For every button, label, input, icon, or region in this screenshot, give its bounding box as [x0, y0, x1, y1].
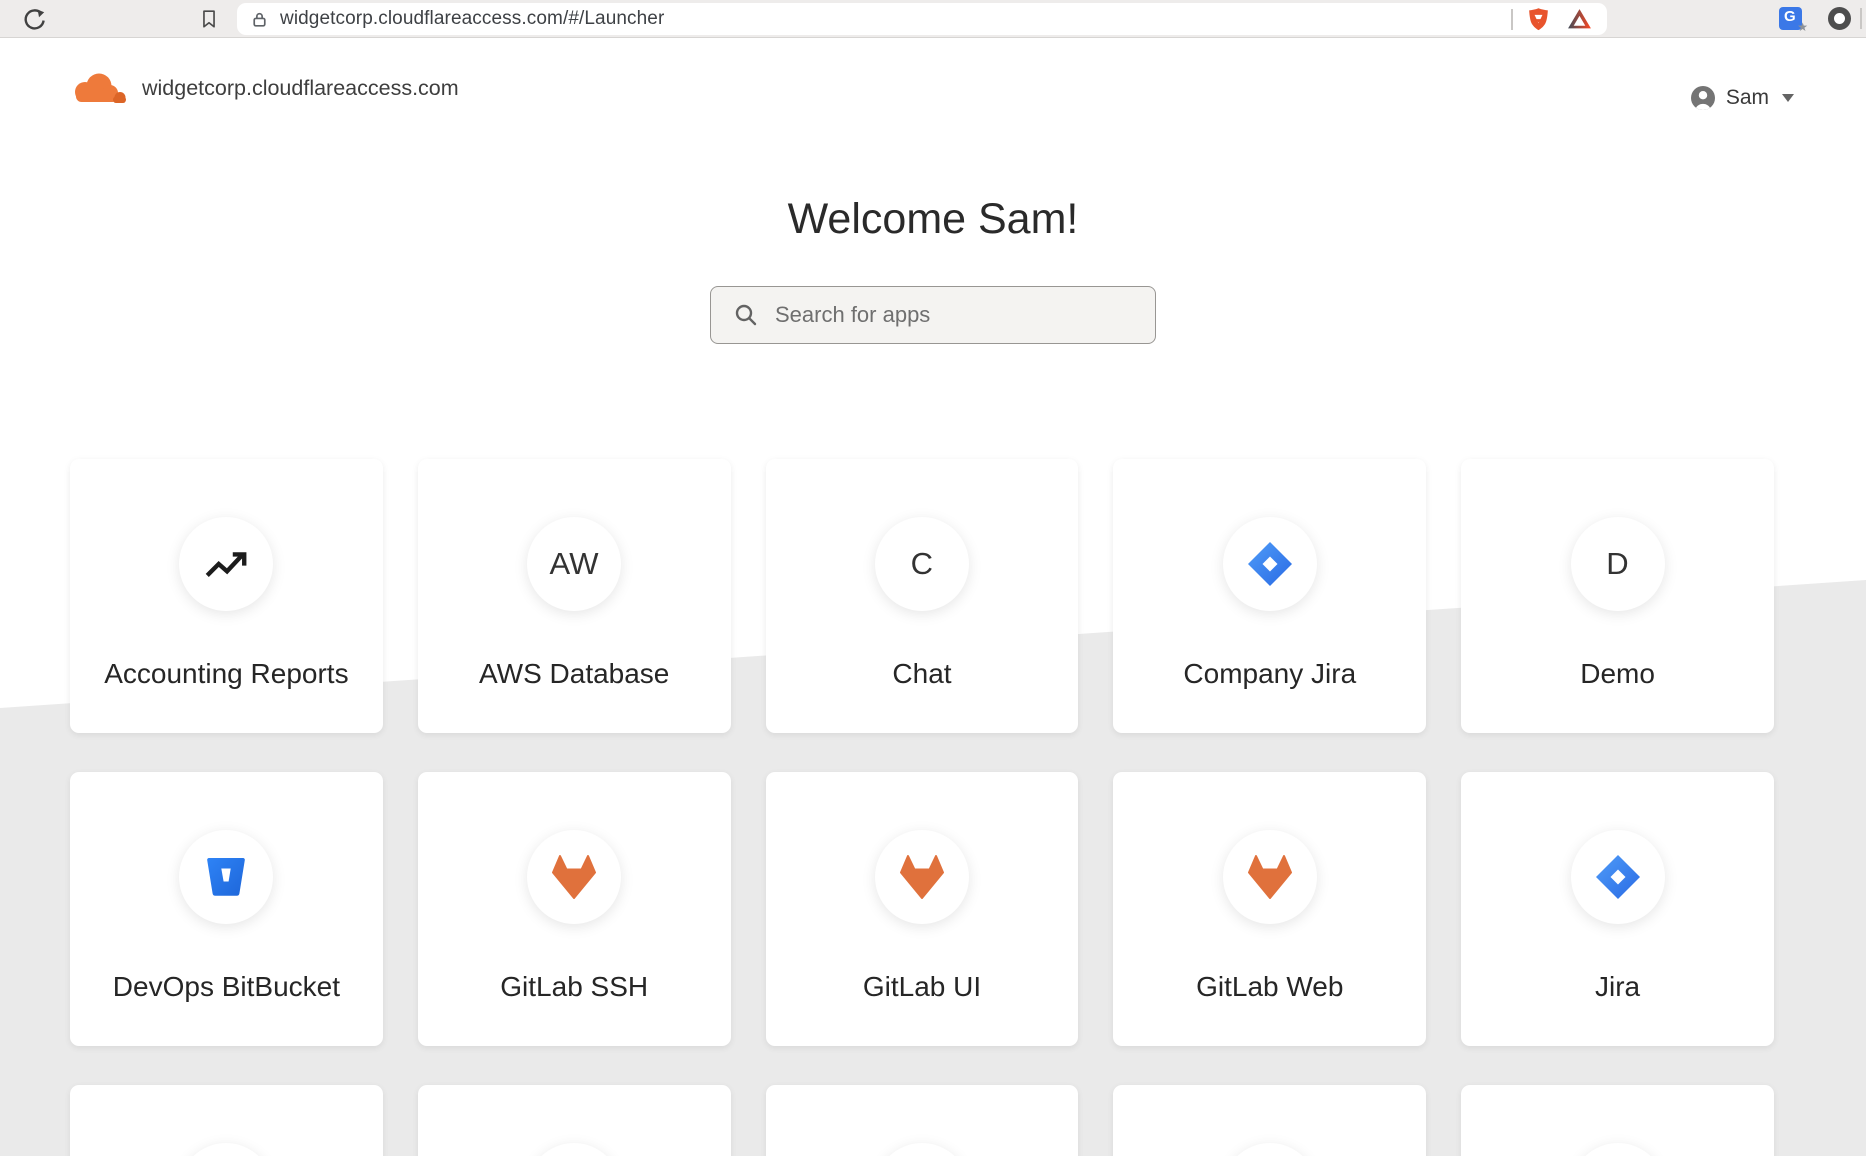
- lock-icon[interactable]: [250, 10, 269, 29]
- app-tile-label: Accounting Reports: [104, 658, 348, 690]
- app-tile[interactable]: Accounting Reports: [70, 459, 383, 733]
- divider: [1511, 9, 1513, 30]
- app-tile[interactable]: D Demo: [1461, 459, 1774, 733]
- app-tile-label: Chat: [892, 658, 951, 690]
- search-icon: [733, 302, 759, 328]
- app-tile-label: Company Jira: [1183, 658, 1356, 690]
- app-tile-label: Demo: [1580, 658, 1655, 690]
- translate-icon[interactable]: G ★: [1779, 7, 1802, 30]
- site-header: widgetcorp.cloudflareaccess.com Sam: [0, 38, 1866, 111]
- browser-chrome: widgetcorp.cloudflareaccess.com/#/Launch…: [0, 0, 1866, 38]
- app-initials: D: [1606, 546, 1629, 582]
- cloudflare-cloud-icon: [68, 71, 128, 105]
- letter-badge: [1223, 1143, 1317, 1156]
- search-box[interactable]: [710, 286, 1156, 344]
- app-tile[interactable]: DevOps BitBucket: [70, 772, 383, 1046]
- app-tile-label: GitLab SSH: [500, 971, 648, 1003]
- trending-up-icon: [179, 517, 273, 611]
- gitlab-fox-icon: [527, 830, 621, 924]
- letter-badge: [1571, 1143, 1665, 1156]
- divider: [1860, 8, 1862, 29]
- app-tile[interactable]: [766, 1085, 1079, 1156]
- app-tile[interactable]: GitLab SSH: [418, 772, 731, 1046]
- app-tile[interactable]: Company Jira: [1113, 459, 1426, 733]
- app-tile[interactable]: [70, 1085, 383, 1156]
- app-tile[interactable]: GitLab UI: [766, 772, 1079, 1046]
- brand: widgetcorp.cloudflareaccess.com: [68, 71, 459, 105]
- app-tile-label: AWS Database: [479, 658, 669, 690]
- app-tile-label: Jira: [1595, 971, 1640, 1003]
- launcher-page: widgetcorp.cloudflareaccess.com Sam Welc…: [0, 38, 1866, 1156]
- letter-badge: D: [1571, 517, 1665, 611]
- letter-badge: AW: [527, 517, 621, 611]
- letter-badge: [527, 1143, 621, 1156]
- app-tile[interactable]: [1461, 1085, 1774, 1156]
- brave-shield-icon[interactable]: [1525, 6, 1552, 33]
- bookmark-icon[interactable]: [198, 8, 220, 30]
- bitbucket-bucket-icon: [179, 830, 273, 924]
- app-initials: C: [911, 546, 934, 582]
- url-text[interactable]: widgetcorp.cloudflareaccess.com/#/Launch…: [280, 8, 1499, 30]
- letter-badge: [875, 1143, 969, 1156]
- reload-icon[interactable]: [22, 7, 46, 31]
- chevron-down-icon: [1782, 94, 1794, 102]
- app-tile-label: GitLab Web: [1196, 971, 1343, 1003]
- jira-diamond-icon: [1571, 830, 1665, 924]
- bat-triangle-icon[interactable]: [1566, 6, 1593, 33]
- app-tile[interactable]: [1113, 1085, 1426, 1156]
- user-name: Sam: [1726, 86, 1769, 110]
- header-domain: widgetcorp.cloudflareaccess.com: [142, 76, 459, 101]
- app-initials: AW: [549, 546, 598, 582]
- user-menu[interactable]: Sam: [1690, 85, 1794, 111]
- letter-badge: [179, 1143, 273, 1156]
- address-bar[interactable]: widgetcorp.cloudflareaccess.com/#/Launch…: [237, 3, 1607, 35]
- user-avatar-icon: [1690, 85, 1716, 111]
- app-tile-label: DevOps BitBucket: [113, 971, 340, 1003]
- app-tile[interactable]: [418, 1085, 731, 1156]
- app-tile[interactable]: AW AWS Database: [418, 459, 731, 733]
- search-input[interactable]: [775, 302, 1135, 328]
- app-tile-label: GitLab UI: [863, 971, 981, 1003]
- gitlab-fox-icon: [1223, 830, 1317, 924]
- app-tile[interactable]: GitLab Web: [1113, 772, 1426, 1046]
- jira-diamond-icon: [1223, 517, 1317, 611]
- welcome-title: Welcome Sam!: [0, 195, 1866, 244]
- app-tile[interactable]: C Chat: [766, 459, 1079, 733]
- gitlab-fox-icon: [875, 830, 969, 924]
- app-tile[interactable]: Jira: [1461, 772, 1774, 1046]
- letter-badge: C: [875, 517, 969, 611]
- profile-circle-icon[interactable]: [1828, 7, 1851, 30]
- app-grid: Accounting Reports AW AWS Database C Chat Co…: [70, 459, 1774, 1156]
